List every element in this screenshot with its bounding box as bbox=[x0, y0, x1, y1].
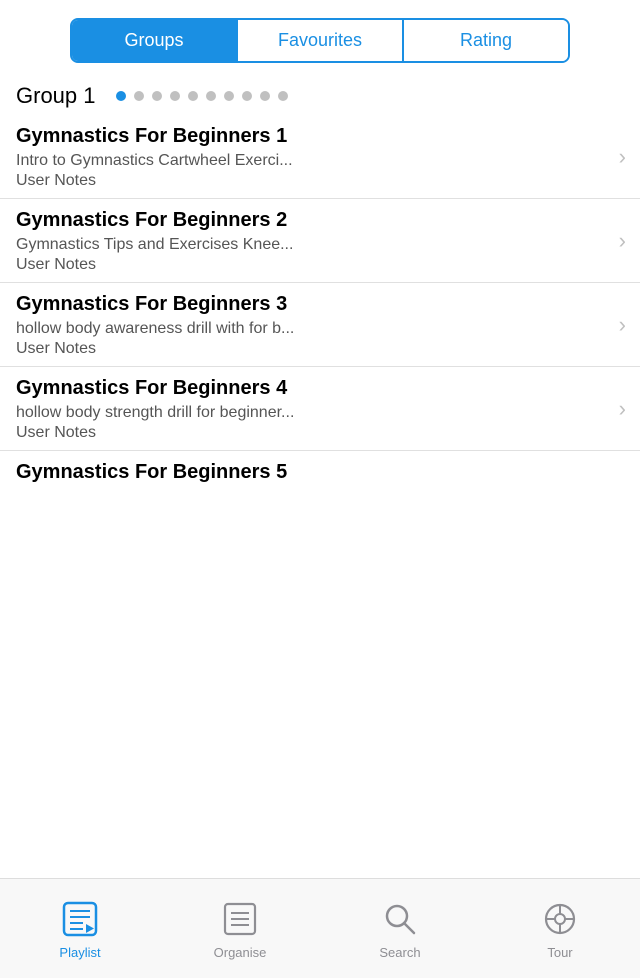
tab-tour[interactable]: Tour bbox=[480, 897, 640, 960]
item-notes: User Notes bbox=[16, 424, 624, 442]
list-item[interactable]: Gymnastics For Beginners 2 Gymnastics Ti… bbox=[0, 199, 640, 283]
item-subtitle: hollow body strength drill for beginner.… bbox=[16, 404, 624, 422]
dot-7[interactable] bbox=[242, 91, 252, 101]
list-item[interactable]: Gymnastics For Beginners 5 bbox=[0, 451, 640, 496]
chevron-icon: › bbox=[619, 144, 626, 170]
item-notes: User Notes bbox=[16, 340, 624, 358]
tab-playlist-label: Playlist bbox=[59, 945, 100, 960]
chevron-icon: › bbox=[619, 396, 626, 422]
item-subtitle: Intro to Gymnastics Cartwheel Exerci... bbox=[16, 152, 624, 170]
tab-playlist[interactable]: Playlist bbox=[0, 897, 160, 960]
tab-organise-label: Organise bbox=[214, 945, 267, 960]
dot-0[interactable] bbox=[116, 91, 126, 101]
list-item[interactable]: Gymnastics For Beginners 4 hollow body s… bbox=[0, 367, 640, 451]
tab-search[interactable]: Search bbox=[320, 897, 480, 960]
list-container: Gymnastics For Beginners 1 Intro to Gymn… bbox=[0, 115, 640, 496]
item-title: Gymnastics For Beginners 5 bbox=[16, 461, 624, 484]
tab-search-label: Search bbox=[379, 945, 420, 960]
organise-icon bbox=[218, 897, 262, 941]
favourites-tab[interactable]: Favourites bbox=[238, 20, 404, 61]
dot-8[interactable] bbox=[260, 91, 270, 101]
tab-organise[interactable]: Organise bbox=[160, 897, 320, 960]
chevron-icon: › bbox=[619, 228, 626, 254]
item-notes: User Notes bbox=[16, 256, 624, 274]
chevron-icon: › bbox=[619, 312, 626, 338]
dot-3[interactable] bbox=[170, 91, 180, 101]
item-notes: User Notes bbox=[16, 172, 624, 190]
dot-6[interactable] bbox=[224, 91, 234, 101]
pagination-dots bbox=[116, 91, 288, 101]
search-icon bbox=[378, 897, 422, 941]
item-title: Gymnastics For Beginners 3 bbox=[16, 293, 624, 316]
item-title: Gymnastics For Beginners 1 bbox=[16, 125, 624, 148]
dot-4[interactable] bbox=[188, 91, 198, 101]
dot-1[interactable] bbox=[134, 91, 144, 101]
item-subtitle: Gymnastics Tips and Exercises Knee... bbox=[16, 236, 624, 254]
group-header: Group 1 bbox=[0, 75, 640, 115]
dot-9[interactable] bbox=[278, 91, 288, 101]
group-title: Group 1 bbox=[16, 83, 96, 109]
tab-tour-label: Tour bbox=[547, 945, 572, 960]
playlist-icon bbox=[58, 897, 102, 941]
rating-tab[interactable]: Rating bbox=[404, 20, 568, 61]
item-subtitle: hollow body awareness drill with for b..… bbox=[16, 320, 624, 338]
groups-tab[interactable]: Groups bbox=[72, 20, 238, 61]
tour-icon bbox=[538, 897, 582, 941]
list-item[interactable]: Gymnastics For Beginners 1 Intro to Gymn… bbox=[0, 115, 640, 199]
dot-2[interactable] bbox=[152, 91, 162, 101]
item-title: Gymnastics For Beginners 4 bbox=[16, 377, 624, 400]
list-item[interactable]: Gymnastics For Beginners 3 hollow body a… bbox=[0, 283, 640, 367]
item-title: Gymnastics For Beginners 2 bbox=[16, 209, 624, 232]
tab-bar: Playlist Organise Search bbox=[0, 878, 640, 978]
dot-5[interactable] bbox=[206, 91, 216, 101]
segmented-control: Groups Favourites Rating bbox=[70, 18, 570, 63]
